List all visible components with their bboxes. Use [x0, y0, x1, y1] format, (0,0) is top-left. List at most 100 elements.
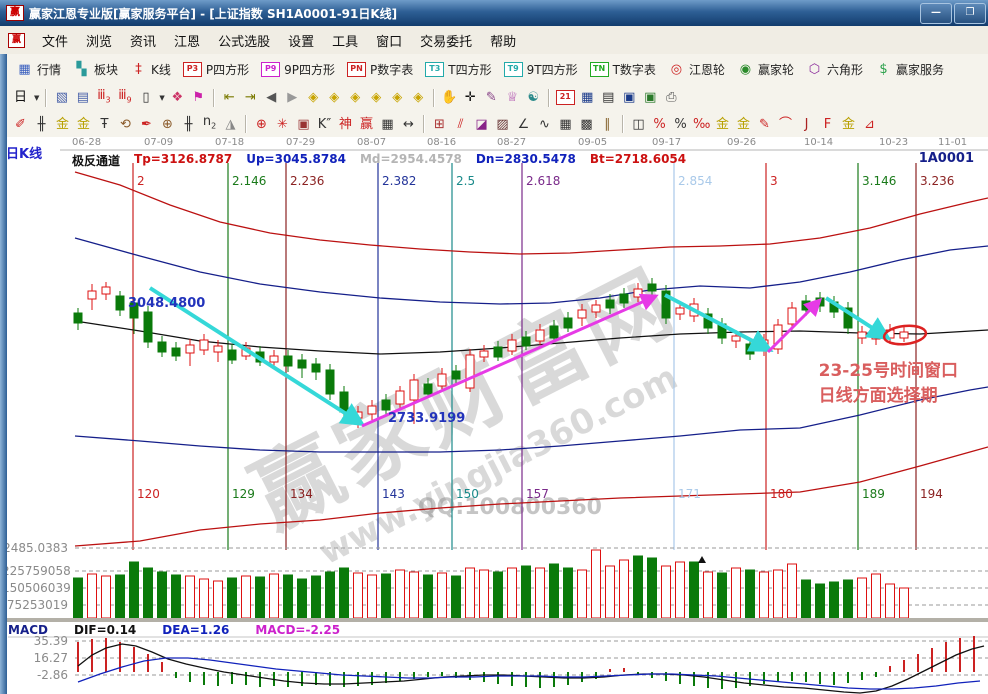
chart-canvas[interactable] — [0, 137, 988, 694]
menu-item-news[interactable]: 资讯 — [121, 32, 165, 53]
menu-item-trade-entrust[interactable]: 交易委托 — [411, 32, 481, 53]
calculator-icon[interactable]: ▦ — [577, 88, 598, 107]
layout-icon[interactable]: ▧ — [51, 88, 72, 107]
gann-wheel-button[interactable]: ◎江恩轮 — [662, 59, 731, 80]
parallel-lines-icon[interactable]: ∥ — [597, 115, 618, 134]
hatch-square-icon[interactable]: ▨ — [492, 115, 513, 134]
period-day-dropdown[interactable]: 日▼ — [10, 88, 41, 107]
flag-ruler-icon[interactable]: ◮ — [220, 115, 241, 134]
save-web-icon[interactable]: ▣ — [640, 88, 661, 107]
percent-line-icon[interactable]: % — [649, 115, 670, 134]
cycle-clock-icon[interactable]: ⊕ — [157, 115, 178, 134]
minimize-button[interactable]: — — [920, 3, 952, 24]
width-measure-icon[interactable]: ↔ — [398, 115, 419, 134]
note-icon[interactable]: ▤ — [72, 88, 93, 107]
time-ticks-icon[interactable]: ╫ — [178, 115, 199, 134]
diamond-all-icon[interactable]: ◈ — [408, 88, 429, 107]
calendar-icon[interactable]: 21 — [554, 89, 577, 106]
flag-colors-icon[interactable]: ⚑ — [188, 88, 209, 107]
pen-tool-icon[interactable]: ✐ — [10, 115, 31, 134]
n-square-icon[interactable]: n2 — [199, 112, 220, 136]
9t-square-button[interactable]: T99T四方形 — [498, 59, 584, 80]
last-bar-icon[interactable]: ⇥ — [240, 88, 261, 107]
cup-icon[interactable]: ♕ — [502, 88, 523, 107]
diamond-v-icon[interactable]: ◈ — [366, 88, 387, 107]
prev-bar-icon[interactable]: ◀ — [261, 88, 282, 107]
kline-button[interactable]: ‡K线 — [124, 59, 177, 80]
menu-item-help[interactable]: 帮助 — [481, 32, 525, 53]
t-square-button[interactable]: T3T四方形 — [419, 59, 497, 80]
gold-level-icon[interactable]: 金 — [733, 115, 754, 134]
ying-tool-icon[interactable]: 赢 — [356, 115, 377, 134]
brush-icon[interactable]: ✒ — [136, 115, 157, 134]
candle-style-icon[interactable]: ▯▼ — [135, 88, 166, 107]
price-grid-icon[interactable]: ⊞ — [429, 115, 450, 134]
column-count-icon[interactable]: ◫ — [628, 115, 649, 134]
bars-9-icon[interactable]: ⅲ9 — [114, 86, 135, 110]
marker-pin-icon[interactable]: ✎ — [481, 88, 502, 107]
star-burst-icon[interactable]: ✳ — [272, 115, 293, 134]
percent-icon[interactable]: % — [670, 115, 691, 134]
p-digit-table-button[interactable]: PNP数字表 — [341, 59, 419, 80]
bars-3-icon[interactable]: ⅲ3 — [93, 86, 114, 110]
winner-service-button[interactable]: $赢家服务 — [869, 59, 950, 80]
f-angle-icon[interactable]: F — [817, 115, 838, 134]
menu-item-file[interactable]: 文件 — [33, 32, 77, 53]
winner-wheel-button[interactable]: ◉赢家轮 — [731, 59, 800, 80]
notebook-icon[interactable]: ▤ — [598, 88, 619, 107]
menu-item-tools[interactable]: 工具 — [323, 32, 367, 53]
j-line-icon[interactable]: J — [796, 115, 817, 134]
first-bar-icon[interactable]: ⇤ — [219, 88, 240, 107]
diamond-cross-icon[interactable]: ◈ — [387, 88, 408, 107]
volume-bar — [704, 572, 713, 618]
gann-circle-icon[interactable]: ⊕ — [251, 115, 272, 134]
drag-hand-icon[interactable]: ✋ — [439, 88, 460, 107]
k-mark-icon[interactable]: K″ — [314, 115, 335, 134]
sectors-button[interactable]: ▚板块 — [67, 59, 124, 80]
grid-ticks-icon[interactable]: ╫ — [31, 115, 52, 134]
menu-item-gann[interactable]: 江恩 — [165, 32, 209, 53]
9p-square-button[interactable]: P99P四方形 — [255, 59, 341, 80]
dense-grid-icon[interactable]: ▩ — [576, 115, 597, 134]
maximize-button[interactable]: ❐ — [954, 3, 986, 24]
hexagon-button[interactable]: ⬡六角形 — [800, 59, 869, 80]
gold-line2-icon[interactable]: 金 — [73, 115, 94, 134]
f-line-icon[interactable]: Ŧ — [94, 115, 115, 134]
speed-line-icon[interactable]: ⊿ — [859, 115, 880, 134]
taiji-icon[interactable]: ☯ — [523, 88, 544, 107]
marker-pen-icon[interactable]: ✎ — [754, 115, 775, 134]
candlestick — [326, 370, 334, 394]
quotes-button[interactable]: ▦行情 — [10, 59, 67, 80]
shaded-square-icon[interactable]: ◪ — [471, 115, 492, 134]
gold-line-icon[interactable]: 金 — [52, 115, 73, 134]
menu-item-browse[interactable]: 浏览 — [77, 32, 121, 53]
mdi-child-icon[interactable]: 赢 — [8, 33, 25, 48]
gold-angle-icon: 金 — [840, 116, 857, 133]
chart-area[interactable]: 赢家财富网 www.yingjia360.com QQ:100800360 日K… — [0, 137, 988, 694]
t-digit-table-button[interactable]: TNT数字表 — [584, 59, 662, 80]
ruler-123-icon[interactable]: ▦ — [377, 115, 398, 134]
next-bar-icon[interactable]: ▶ — [282, 88, 303, 107]
printer-icon[interactable]: ⎙ — [661, 88, 682, 107]
menu-item-settings[interactable]: 设置 — [279, 32, 323, 53]
diamond-h-icon[interactable]: ◈ — [345, 88, 366, 107]
diamond-right-icon[interactable]: ◈ — [324, 88, 345, 107]
arc-icon[interactable]: ⌒ — [775, 115, 796, 134]
permille-icon[interactable]: ‰ — [691, 115, 712, 134]
shen-tool-icon[interactable]: 神 — [335, 115, 356, 134]
grid-box-icon[interactable]: ▦ — [555, 115, 576, 134]
wave-icon[interactable]: ∿ — [534, 115, 555, 134]
angle-lines-icon[interactable]: ∠ — [513, 115, 534, 134]
save-icon[interactable]: ▣ — [619, 88, 640, 107]
gold-angle-icon[interactable]: 金 — [838, 115, 859, 134]
gold-circle-icon[interactable]: 金 — [712, 115, 733, 134]
square-star-icon[interactable]: ▣ — [293, 115, 314, 134]
spiral-icon[interactable]: ⟲ — [115, 115, 136, 134]
gann-figure-icon[interactable]: ❖ — [167, 88, 188, 107]
menu-item-window[interactable]: 窗口 — [367, 32, 411, 53]
menu-item-formula-stock-pick[interactable]: 公式选股 — [209, 32, 279, 53]
p-square-button[interactable]: P3P四方形 — [177, 59, 255, 80]
crosshair-icon[interactable]: ✛ — [460, 88, 481, 107]
fan-lines-icon[interactable]: ⫽ — [450, 115, 471, 134]
diamond-left-icon[interactable]: ◈ — [303, 88, 324, 107]
